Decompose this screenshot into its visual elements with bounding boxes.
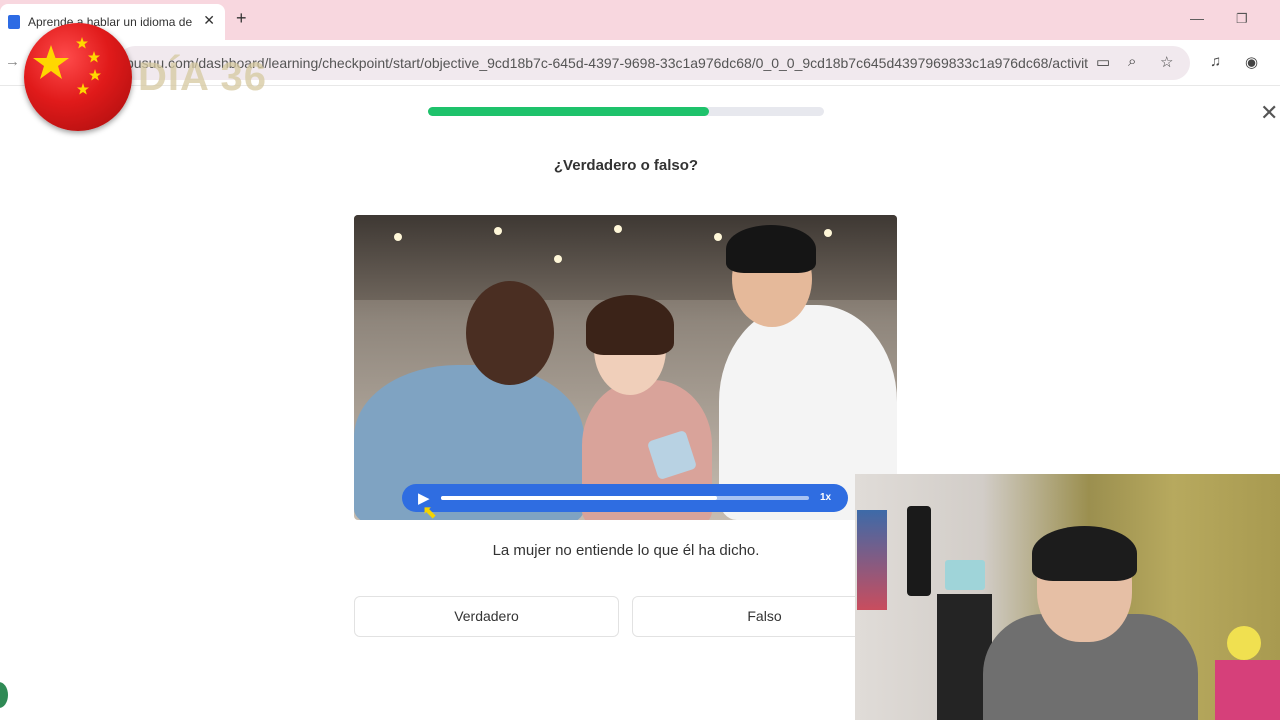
photo-head-left [466, 281, 554, 385]
webcam-table [1215, 660, 1280, 720]
china-flag-badge [24, 23, 132, 131]
ceiling-light [824, 229, 832, 237]
ceiling-light [554, 255, 562, 263]
flag-stars-icon [33, 37, 101, 95]
audio-player: ▶ 1x [402, 484, 848, 512]
lesson-progress-fill [428, 107, 710, 116]
audio-seek-fill [441, 496, 717, 500]
webcam-jersey [907, 506, 931, 596]
photo-hair-right [726, 225, 816, 273]
audio-seek-bar[interactable] [441, 496, 809, 500]
webcam-poster [857, 510, 887, 610]
site-favicon-icon [8, 15, 20, 29]
zoom-icon[interactable]: ⌕ [1128, 53, 1136, 70]
close-lesson-icon[interactable]: ✕ [1260, 100, 1278, 126]
playback-speed-button[interactable]: 1x [820, 492, 831, 503]
url-text[interactable]: busuu.com/dashboard/learning/checkpoint/… [126, 55, 1088, 71]
browser-tab-bar: Aprende a hablar un idioma de ✕ + — ❐ [0, 0, 1280, 40]
webcam-box [945, 560, 985, 590]
bookmark-star-icon[interactable]: ☆ [1160, 53, 1173, 71]
webcam-overlay [855, 474, 1280, 720]
new-tab-button[interactable]: + [236, 8, 247, 29]
webcam-toy [1227, 626, 1261, 660]
photo-hair-center [586, 295, 674, 355]
corner-badge-icon [0, 682, 8, 708]
true-answer-button[interactable]: Verdadero [354, 596, 619, 637]
address-bar[interactable]: busuu.com/dashboard/learning/checkpoint/… [118, 46, 1190, 80]
media-controls-icon[interactable]: ♫ [1210, 53, 1221, 70]
forward-icon[interactable]: → [5, 53, 20, 70]
install-app-icon[interactable]: ▭ [1096, 53, 1110, 71]
day-counter-label: DÍA 36 [138, 55, 268, 99]
minimize-window-button[interactable]: — [1190, 10, 1204, 26]
lesson-progress-bar [428, 107, 824, 116]
question-title: ¿Verdadero o falso? [553, 157, 699, 174]
profile-icon[interactable]: ◉ [1245, 53, 1258, 71]
ceiling-light [614, 225, 622, 233]
tab-close-icon[interactable]: ✕ [203, 12, 215, 29]
ceiling-light [494, 227, 502, 235]
mouse-pointer-icon: ⬉ [422, 502, 438, 522]
webcam-person-hair [1032, 526, 1137, 581]
ceiling-light [714, 233, 722, 241]
restore-window-button[interactable]: ❐ [1236, 11, 1248, 27]
lesson-photo [354, 215, 897, 520]
ceiling-light [394, 233, 402, 241]
